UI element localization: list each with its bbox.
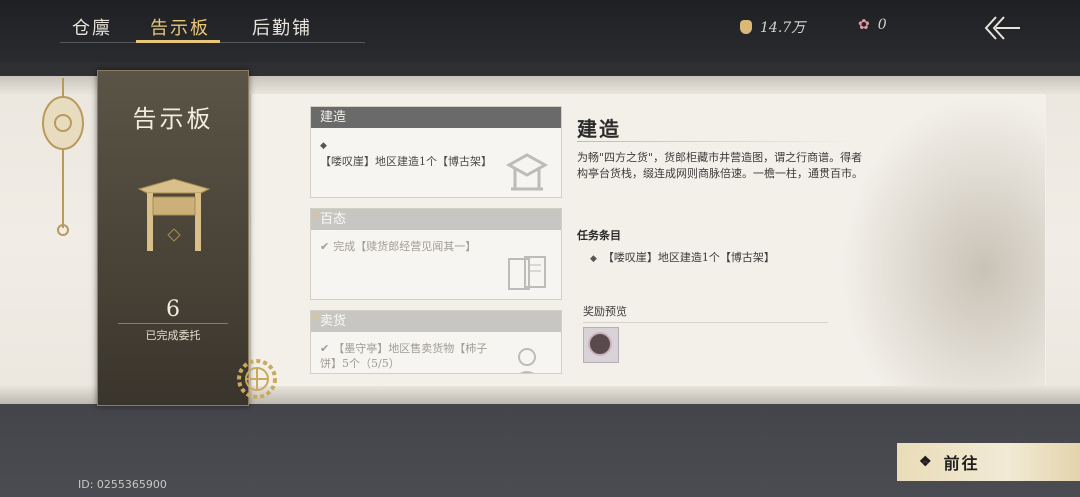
card-text-value: 【喽叹崖】地区建造1个【博古架】 xyxy=(320,155,492,168)
diamond-icon: ❖ xyxy=(919,454,934,470)
scroll-book-icon xyxy=(508,256,546,290)
go-button[interactable]: ❖ 前往 xyxy=(897,443,1080,481)
task-entry-text: 【喽叹崖】地区建造1个【博古架】 xyxy=(602,251,775,264)
flower-icon: ✿ xyxy=(858,17,870,33)
bullet-icon: ◆ xyxy=(590,254,597,264)
notice-board-banner: 告示板 6 已完成委托 xyxy=(97,70,249,406)
coin-amount: 14.7万 xyxy=(760,20,806,36)
lantern-icon xyxy=(42,78,84,236)
card-text-value: 【墨守亭】地区售卖货物【柿子饼】5个（5/5） xyxy=(320,342,488,370)
tab-bar: 仓廪 告示板 后勤铺 xyxy=(60,0,365,43)
flower-amount: 0 xyxy=(877,17,887,33)
check-icon: ✔ xyxy=(320,240,330,253)
money-bag-icon xyxy=(740,20,752,34)
detail-description: 为畅"四方之货"，货郎柜藏市井营造图，谓之行商谱。得者构亭台货栈，缀连成网则商脉… xyxy=(577,151,863,180)
task-card-sell[interactable]: 卖货 ✔ ✔ 【墨守亭】地区售卖货物【柿子饼】5个（5/5） xyxy=(310,310,562,374)
card-header: 建造 xyxy=(311,107,561,128)
tab-notice-board[interactable]: 告示板 xyxy=(150,14,210,40)
back-arrow-icon[interactable] xyxy=(982,14,1022,42)
card-text: ✔ 【墨守亭】地区售卖货物【柿子饼】5个（5/5） xyxy=(320,341,500,371)
reward-avatar-icon xyxy=(588,332,612,356)
tasks-label: 任务条目 xyxy=(577,229,621,242)
building-icon xyxy=(505,153,549,191)
card-text: ◆ 【喽叹崖】地区建造1个【博古架】 xyxy=(320,137,500,169)
rewards-label: 奖励预览 xyxy=(583,305,627,318)
gate-icon xyxy=(137,178,211,251)
detail-divider xyxy=(577,141,849,142)
check-icon: ✔ xyxy=(320,342,330,355)
card-header: 卖货 xyxy=(311,311,561,332)
card-text-value: 完成【赎货郎经营见闻其一】 xyxy=(333,240,477,253)
gear-icon xyxy=(237,359,277,399)
detail-title: 建造 xyxy=(577,117,621,141)
completed-check-icon: ✔ xyxy=(312,210,321,221)
task-entry: ◆ 【喽叹崖】地区建造1个【博古架】 xyxy=(590,249,775,265)
scenery-illustration xyxy=(840,94,1045,386)
player-id: ID: 0255365900 xyxy=(78,478,167,491)
tab-warehouse[interactable]: 仓廪 xyxy=(72,14,112,40)
go-button-label: 前往 xyxy=(943,454,980,473)
banner-divider xyxy=(118,323,228,324)
card-text: ✔ 完成【赎货郎经营见闻其一】 xyxy=(320,239,500,254)
active-tab-underline xyxy=(136,40,220,43)
task-card-build[interactable]: 建造 ◆ 【喽叹崖】地区建造1个【博古架】 xyxy=(310,106,562,198)
banner-title: 告示板 xyxy=(132,105,214,133)
card-header: 百态 xyxy=(311,209,561,230)
completed-check-icon: ✔ xyxy=(312,312,321,323)
top-bar: 仓廪 告示板 后勤铺 14.7万 ✿ 0 xyxy=(0,0,1080,62)
rewards-divider xyxy=(583,322,828,323)
completed-count: 6 xyxy=(166,297,180,322)
tab-logistics-shop[interactable]: 后勤铺 xyxy=(252,14,312,40)
coin-counter: 14.7万 xyxy=(740,17,805,37)
bullet-icon: ◆ xyxy=(320,141,327,151)
task-card-variety[interactable]: 百态 ✔ ✔ 完成【赎货郎经营见闻其一】 xyxy=(310,208,562,300)
reward-item-slot[interactable] xyxy=(583,327,619,363)
merchant-icon xyxy=(518,348,536,373)
flower-counter: ✿ 0 xyxy=(858,17,887,33)
completed-label: 已完成委托 xyxy=(145,329,201,342)
